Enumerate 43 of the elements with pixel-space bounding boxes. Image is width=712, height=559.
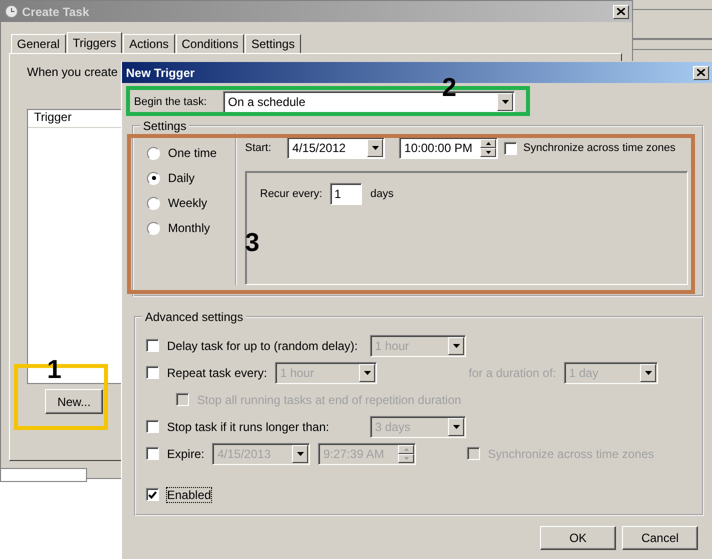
close-icon xyxy=(617,8,625,15)
checkbox-label: Synchronize across time zones xyxy=(523,142,676,154)
new-button[interactable]: New... xyxy=(45,389,103,414)
close-button[interactable] xyxy=(613,4,629,18)
spinner-arrows-icon xyxy=(480,139,496,157)
tab[interactable]: Actions xyxy=(123,34,175,53)
radio-button[interactable] xyxy=(147,222,160,234)
checkbox[interactable] xyxy=(504,142,518,154)
field-label: Begin the task: xyxy=(134,96,208,108)
field-label: Start: xyxy=(245,142,272,154)
dialog-button[interactable]: OK xyxy=(540,526,616,550)
callout-number: 3 xyxy=(245,229,260,255)
close-button[interactable] xyxy=(693,66,709,80)
dialog-button[interactable]: Cancel xyxy=(622,526,698,550)
tab[interactable]: Triggers xyxy=(66,32,122,54)
checkbox-label: Repeat task every: xyxy=(167,366,268,380)
tab[interactable]: Settings xyxy=(245,34,301,53)
dialog-title: New Trigger xyxy=(126,66,196,80)
clock-icon xyxy=(5,5,18,18)
recur-input[interactable]: 1 xyxy=(330,183,362,205)
date-dropdown[interactable]: 4/15/2012 xyxy=(287,137,386,159)
radio-button[interactable] xyxy=(147,146,160,160)
checkbox-label: Stop task if it runs longer than: xyxy=(167,420,330,434)
group-label: Advanced settings xyxy=(144,310,244,324)
window-title: Create Task xyxy=(22,4,90,18)
checkbox-label: Enabled xyxy=(167,488,212,502)
time-field[interactable]: 10:00:00 PM xyxy=(399,137,498,159)
spinner-arrows-icon xyxy=(398,444,414,462)
tab[interactable]: General xyxy=(11,34,66,53)
intro-text: When you create xyxy=(27,65,118,79)
radio-label: Monthly xyxy=(168,221,210,235)
radio-button[interactable] xyxy=(147,196,160,210)
radio-label: One time xyxy=(168,146,217,160)
checkbox-label: Delay task for up to (random delay): xyxy=(167,338,359,352)
close-icon xyxy=(697,69,705,76)
radio-button[interactable] xyxy=(147,172,160,184)
checkbox-label: Expire: xyxy=(167,446,204,460)
tab[interactable]: Conditions xyxy=(176,34,244,53)
radio-label: Weekly xyxy=(168,196,208,210)
radio-label: Daily xyxy=(168,171,195,185)
field-label: Recur every: xyxy=(260,188,322,200)
unit-label: days xyxy=(370,188,394,200)
checkbox[interactable] xyxy=(146,488,159,501)
